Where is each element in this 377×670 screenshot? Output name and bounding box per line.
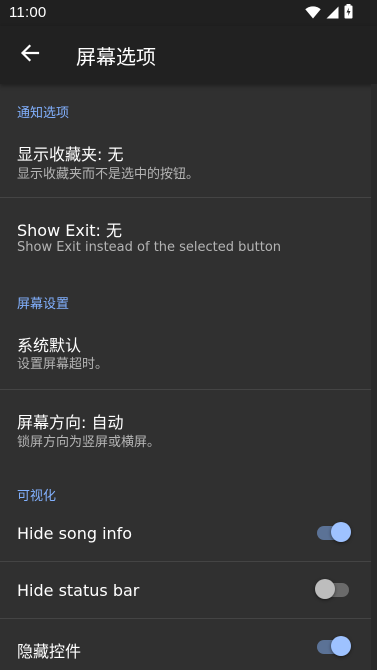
pref-hide-controls[interactable]: 隐藏控件 bbox=[0, 619, 371, 670]
hide-status-bar-switch[interactable] bbox=[315, 579, 351, 601]
switch-thumb bbox=[331, 636, 351, 656]
page-title: 屏幕选项 bbox=[76, 45, 156, 69]
pref-title: Hide song info bbox=[17, 524, 133, 543]
pref-screen-timeout[interactable]: 系统默认 设置屏幕超时。 bbox=[0, 318, 371, 388]
pref-summary: 显示收藏夹而不是选中的按钮。 bbox=[17, 167, 200, 182]
status-time: 11:00 bbox=[9, 4, 47, 21]
battery-icon bbox=[344, 3, 353, 23]
pref-summary: Show Exit instead of the selected button bbox=[17, 240, 282, 255]
wifi-icon bbox=[305, 4, 321, 23]
switch-thumb bbox=[331, 522, 351, 542]
pref-hide-status-bar[interactable]: Hide status bar bbox=[0, 562, 371, 618]
section-header-screen-settings: 屏幕设置 bbox=[17, 297, 70, 312]
pref-screen-orientation[interactable]: 屏幕方向: 自动 锁屏方向为竖屏或横屏。 bbox=[0, 390, 371, 460]
pref-hide-song-info[interactable]: Hide song info bbox=[0, 505, 371, 561]
cell-signal-icon bbox=[326, 4, 339, 23]
pref-summary: 设置屏幕超时。 bbox=[17, 357, 109, 372]
section-header-visualization: 可视化 bbox=[17, 489, 57, 504]
pref-title: Hide status bar bbox=[17, 581, 140, 600]
section-header-notification: 通知选项 bbox=[17, 106, 70, 121]
hide-controls-switch[interactable] bbox=[315, 636, 351, 658]
back-button[interactable] bbox=[14, 39, 46, 71]
hide-song-info-switch[interactable] bbox=[315, 522, 351, 544]
pref-title: 隐藏控件 bbox=[17, 642, 82, 661]
arrow-back-icon bbox=[20, 44, 40, 66]
pref-summary: 锁屏方向为竖屏或横屏。 bbox=[17, 435, 161, 450]
pref-title: 屏幕方向: 自动 bbox=[17, 413, 124, 432]
pref-title: 显示收藏夹: 无 bbox=[17, 145, 124, 164]
status-bar: 11:00 bbox=[0, 0, 377, 26]
app-bar: 屏幕选项 bbox=[0, 26, 377, 84]
pref-show-exit[interactable]: Show Exit: 无 Show Exit instead of the se… bbox=[0, 198, 371, 268]
switch-thumb bbox=[315, 579, 335, 599]
pref-show-favorites[interactable]: 显示收藏夹: 无 显示收藏夹而不是选中的按钮。 bbox=[0, 128, 371, 196]
status-icons bbox=[305, 3, 353, 23]
pref-title: Show Exit: 无 bbox=[17, 221, 123, 240]
scroll-edge bbox=[371, 84, 377, 670]
